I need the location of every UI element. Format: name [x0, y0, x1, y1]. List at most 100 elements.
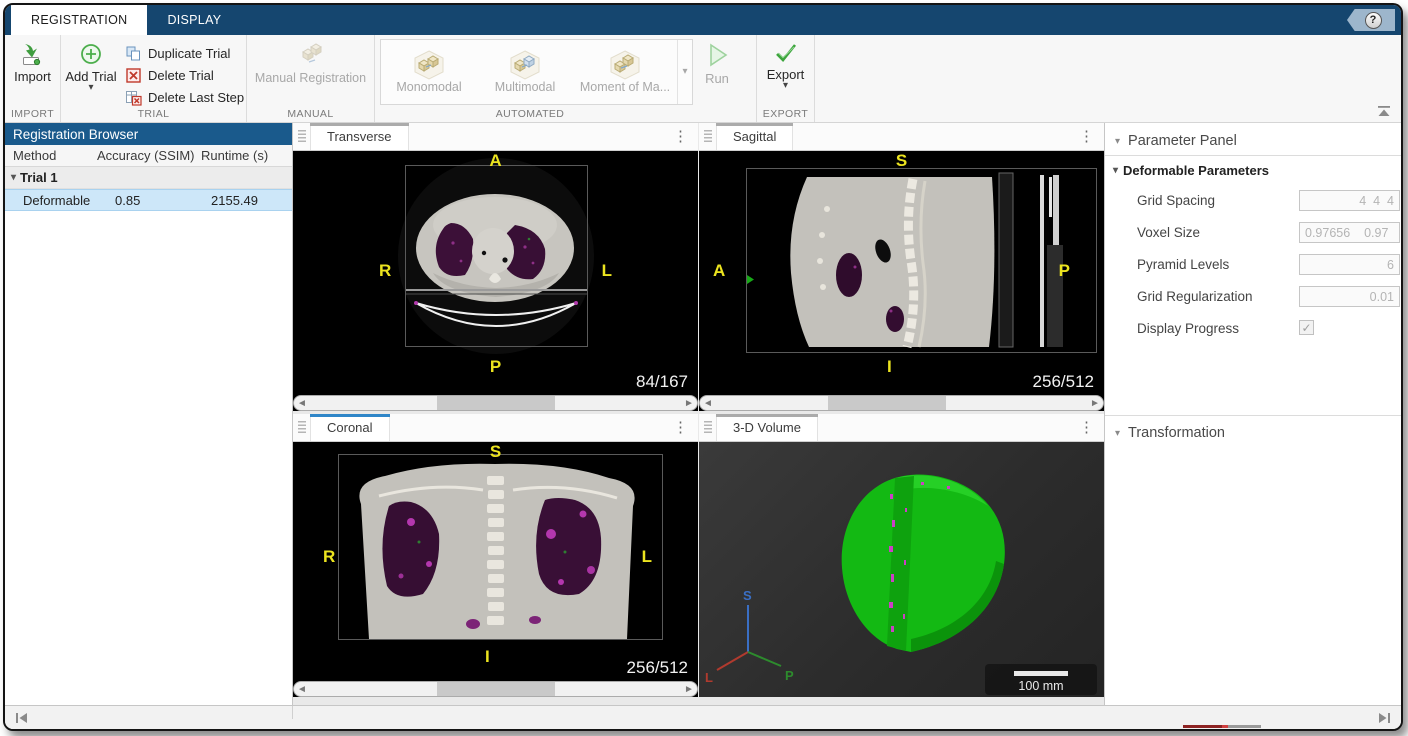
panel-grip-icon[interactable] [704, 130, 712, 143]
gallery-dropdown-button: ▾ [677, 40, 692, 104]
registration-browser-panel: Registration Browser Method Accuracy (SS… [5, 123, 293, 709]
axis-p-label: P [785, 668, 794, 683]
coronal-ct-image [293, 442, 698, 681]
trial-group-row[interactable]: ▾ Trial 1 [5, 167, 292, 189]
monomodal-icon [412, 50, 446, 80]
panel-grip-icon[interactable] [704, 421, 712, 434]
orientation-label-posterior: P [490, 357, 501, 377]
scroll-thumb[interactable] [437, 682, 555, 696]
delete-trial-icon [125, 67, 142, 84]
sagittal-header: Sagittal ⋮ [699, 123, 1104, 151]
registration-browser-title: Registration Browser [5, 123, 292, 145]
volume-render-area[interactable]: S L P 100 mm [699, 442, 1104, 697]
panel-grip-icon[interactable] [298, 421, 306, 434]
ribbon-section-import: Import IMPORT [5, 35, 61, 122]
add-trial-caret-icon: ▾ [88, 84, 93, 92]
collapse-left-button[interactable] [15, 711, 29, 729]
grid-regularization-row: Grid Regularization [1105, 283, 1403, 315]
sagittal-menu-icon[interactable]: ⋮ [1079, 129, 1094, 144]
coronal-tab[interactable]: Coronal [310, 414, 390, 441]
grid-regularization-input [1299, 286, 1400, 307]
app-window: REGISTRATION DISPLAY ? Import IMPORT [3, 3, 1403, 731]
automated-section-label: AUTOMATED [380, 108, 680, 120]
orientation-label-anterior: A [713, 261, 725, 281]
scale-bar-label: 100 mm [1018, 679, 1063, 693]
help-button[interactable]: ? [1347, 9, 1395, 31]
delete-last-step-button[interactable]: Delete Last Step [121, 86, 248, 108]
import-icon [20, 42, 46, 66]
main-area: Registration Browser Method Accuracy (SS… [5, 123, 1401, 709]
tab-display[interactable]: DISPLAY [147, 5, 241, 35]
sagittal-ct-image [699, 151, 1104, 395]
tab-registration[interactable]: REGISTRATION [11, 5, 147, 35]
scroll-left-icon[interactable]: ◄ [700, 398, 716, 409]
volume-3d-render: S L P 100 mm [699, 442, 1104, 697]
import-button[interactable]: Import [5, 40, 60, 86]
grid-spacing-input [1299, 190, 1400, 211]
scroll-right-icon[interactable]: ► [681, 684, 697, 695]
sagittal-image-area[interactable]: S A P I 256/512 [699, 151, 1104, 395]
delete-trial-button[interactable]: Delete Trial [121, 64, 248, 86]
sagittal-tab[interactable]: Sagittal [716, 123, 793, 150]
export-caret-icon: ▾ [783, 82, 788, 90]
orientation-label-right: R [323, 547, 335, 567]
transverse-image-area[interactable]: A R L P 84/167 [293, 151, 698, 395]
capture-artifact [1183, 725, 1261, 728]
scroll-thumb[interactable] [828, 396, 946, 410]
orientation-label-superior: S [896, 151, 907, 171]
trial-method-row[interactable]: Deformable 0.85 2155.49 [5, 189, 292, 211]
scroll-left-icon[interactable]: ◄ [294, 684, 310, 695]
collapse-ribbon-button[interactable] [1377, 104, 1391, 116]
deformable-parameters-header[interactable]: ▾ Deformable Parameters [1113, 163, 1269, 178]
volume-tab[interactable]: 3-D Volume [716, 414, 818, 441]
grid-spacing-row: Grid Spacing [1105, 187, 1403, 219]
divider [292, 706, 293, 719]
transformation-header[interactable]: ▾ Transformation [1105, 421, 1403, 445]
panel-grip-icon[interactable] [298, 130, 306, 143]
collapse-right-button[interactable] [1377, 711, 1391, 729]
scroll-track[interactable] [310, 396, 681, 410]
coronal-header: Coronal ⋮ [293, 414, 698, 442]
skip-to-start-icon [15, 712, 29, 724]
display-progress-checkbox: ✓ [1299, 320, 1314, 335]
scroll-left-icon[interactable]: ◄ [294, 398, 310, 409]
scroll-thumb[interactable] [437, 396, 555, 410]
collapse-icon: ▾ [1115, 428, 1120, 439]
display-progress-row: Display Progress ✓ [1105, 315, 1403, 347]
orientation-label-inferior: I [485, 647, 490, 667]
axis-s-label: S [743, 588, 752, 603]
moment-of-mass-button: Moment of Ma... [573, 40, 677, 104]
transverse-viewport: Transverse ⋮ [293, 123, 698, 411]
trial-collapse-icon[interactable]: ▾ [11, 172, 16, 183]
gallery-caret-icon: ▾ [682, 68, 687, 76]
viewport-grid: Transverse ⋮ [293, 123, 1104, 709]
multimodal-icon [508, 50, 542, 80]
transverse-tab[interactable]: Transverse [310, 123, 409, 150]
parameter-panel-header[interactable]: ▾ Parameter Panel [1105, 129, 1403, 153]
scroll-right-icon[interactable]: ► [681, 398, 697, 409]
scroll-right-icon[interactable]: ► [1087, 398, 1103, 409]
skip-to-end-icon [1377, 712, 1391, 724]
scroll-track[interactable] [716, 396, 1087, 410]
import-section-label: IMPORT [5, 108, 60, 120]
scroll-track[interactable] [310, 682, 681, 696]
ribbon-section-trial: Add Trial ▾ Duplicate Trial Delete [61, 35, 247, 122]
export-button[interactable]: Export ▾ [757, 40, 814, 92]
duplicate-trial-button[interactable]: Duplicate Trial [121, 42, 248, 64]
transverse-menu-icon[interactable]: ⋮ [673, 129, 688, 144]
orientation-label-right: R [379, 261, 391, 281]
coronal-menu-icon[interactable]: ⋮ [673, 420, 688, 435]
delete-last-step-icon [125, 89, 142, 106]
add-trial-icon [79, 42, 103, 66]
coronal-slice-indicator: 256/512 [627, 658, 688, 678]
volume-menu-icon[interactable]: ⋮ [1079, 420, 1094, 435]
transverse-slice-scrollbar[interactable]: ◄ ► [293, 395, 698, 411]
coronal-viewport: Coronal ⋮ [293, 414, 698, 697]
export-icon [773, 42, 799, 64]
coronal-image-area[interactable]: S R L I 256/512 [293, 442, 698, 681]
pyramid-levels-input [1299, 254, 1400, 275]
run-button: Run [699, 40, 735, 122]
coronal-slice-scrollbar[interactable]: ◄ ► [293, 681, 698, 697]
moment-of-mass-icon [608, 50, 642, 80]
sagittal-slice-scrollbar[interactable]: ◄ ► [699, 395, 1104, 411]
